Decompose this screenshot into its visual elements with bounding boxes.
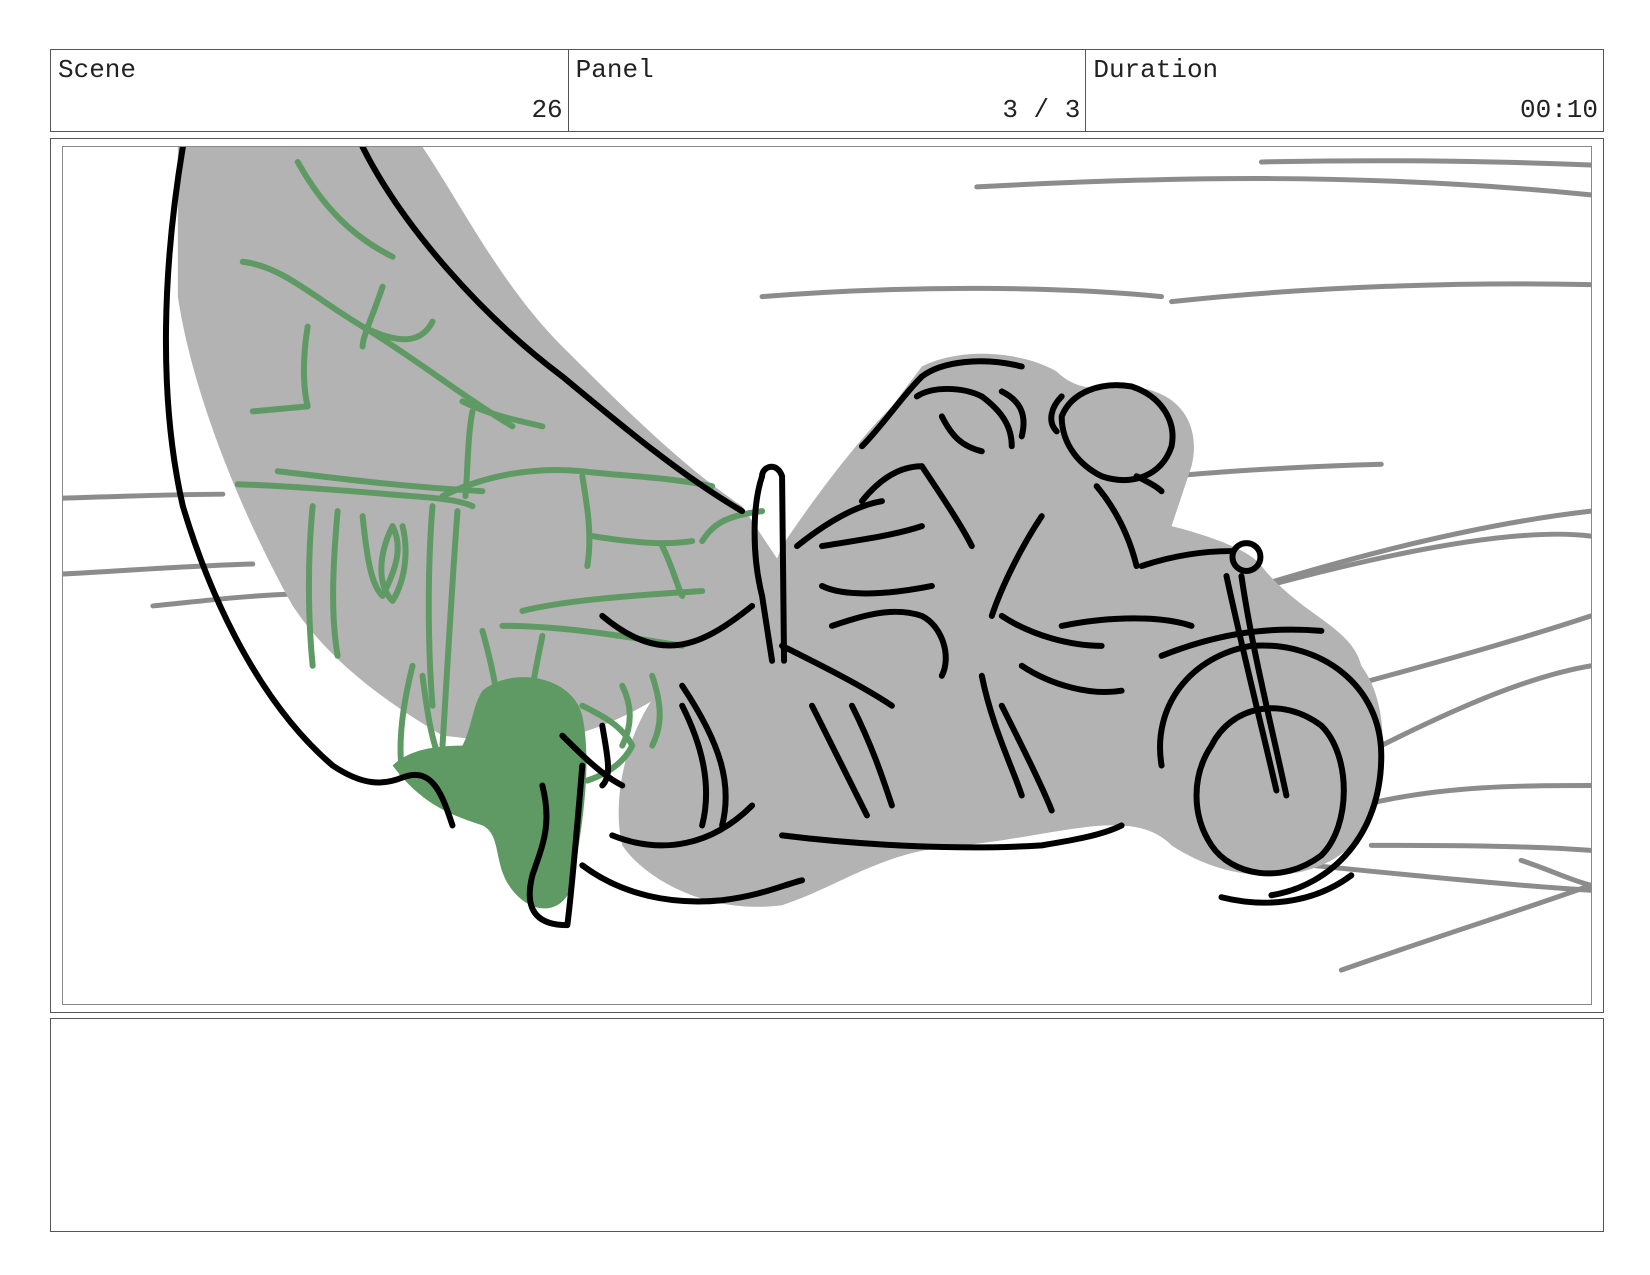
panel-cell: Panel 3 / 3 [569,50,1087,131]
storyboard-panel [50,138,1604,1013]
scene-value: 26 [531,95,563,125]
notes-box [50,1018,1604,1232]
duration-cell: Duration 00:10 [1086,50,1603,131]
cape-fill [177,147,783,746]
scene-cell: Scene 26 [51,50,569,131]
duration-label: Duration [1093,55,1219,85]
duration-value: 00:10 [1520,95,1599,125]
scene-label: Scene [58,55,137,85]
storyboard-header: Scene 26 Panel 3 / 3 Duration 00:10 [50,49,1604,132]
sketch-drawing [63,147,1591,973]
panel-value: 3 / 3 [1002,95,1081,125]
panel-label: Panel [575,55,654,85]
panel-frame [62,146,1592,1005]
